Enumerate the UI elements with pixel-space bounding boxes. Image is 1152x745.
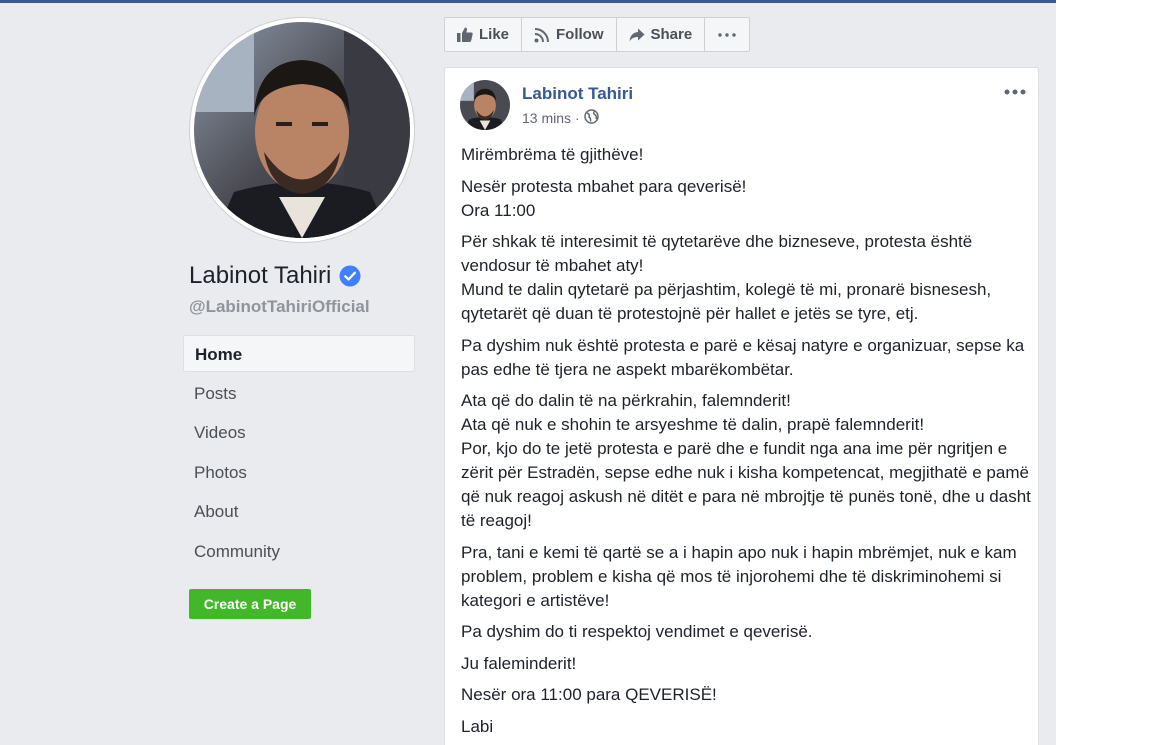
post-paragraph: Mirëmbrëma të gjithëve! [461,145,644,164]
post-author-name[interactable]: Labinot Tahiri [522,84,633,104]
post-paragraph: Nesër protesta mbahet para qeverisë! Ora… [461,176,747,220]
page-title: Labinot Tahiri [189,262,361,290]
post-options-icon[interactable] [1004,82,1026,95]
post-paragraph: Pa dyshim nuk është protesta e parë e kë… [461,335,1025,379]
create-page-button[interactable]: Create a Page [189,589,311,619]
follow-label: Follow [556,26,604,43]
thumbs-up-icon [457,27,473,42]
post-paragraph: Nesër ora 11:00 para QEVERISË! [461,685,717,704]
post-author-avatar[interactable] [460,80,510,130]
profile-picture [194,22,410,238]
verified-badge-icon [339,265,361,287]
post-paragraph: Pa dyshim do ti respektoj vendimet e qev… [461,622,813,641]
post-text: Mirëmbrëma të gjithëve! Nesër protesta m… [461,143,1031,745]
rss-icon [534,27,550,43]
ellipsis-icon [718,32,736,37]
globe-icon[interactable] [583,109,599,127]
page-name-text: Labinot Tahiri [189,262,332,289]
page-handle[interactable]: @LabinotTahiriOfficial [189,297,370,317]
post-paragraph: Për shkak të interesimit të qytetarëve d… [461,232,992,323]
nav-item-posts[interactable]: Posts [183,375,415,412]
nav-item-photos[interactable]: Photos [183,454,415,491]
nav-item-about[interactable]: About [183,493,415,530]
post-meta: 13 mins · [522,109,599,127]
nav-item-videos[interactable]: Videos [183,414,415,451]
share-arrow-icon [629,28,645,42]
nav-item-community[interactable]: Community [183,533,415,570]
share-button[interactable]: Share [617,18,706,51]
post-timestamp[interactable]: 13 mins [522,110,571,126]
page-nav: Home Posts Videos Photos About Community [183,335,415,572]
page-action-bar: Like Follow Share [444,17,751,52]
follow-button[interactable]: Follow [522,18,617,51]
like-button[interactable]: Like [445,18,523,51]
post-card: Labinot Tahiri 13 mins · Mirëmbrëma të g… [444,67,1039,745]
post-paragraph: Pra, tani e kemi të qartë se a i hapin a… [461,542,1017,610]
more-options-button[interactable] [705,18,749,51]
profile-picture-frame[interactable] [190,18,414,242]
post-paragraph: Labi [461,716,494,736]
share-label: Share [650,26,693,43]
post-paragraph: Ju faleminderit! [461,653,577,673]
like-label: Like [479,26,510,43]
meta-separator: · [575,110,580,126]
post-paragraph: Ata që do dalin të na përkrahin, falemnd… [461,391,1031,530]
nav-item-home[interactable]: Home [183,335,415,372]
